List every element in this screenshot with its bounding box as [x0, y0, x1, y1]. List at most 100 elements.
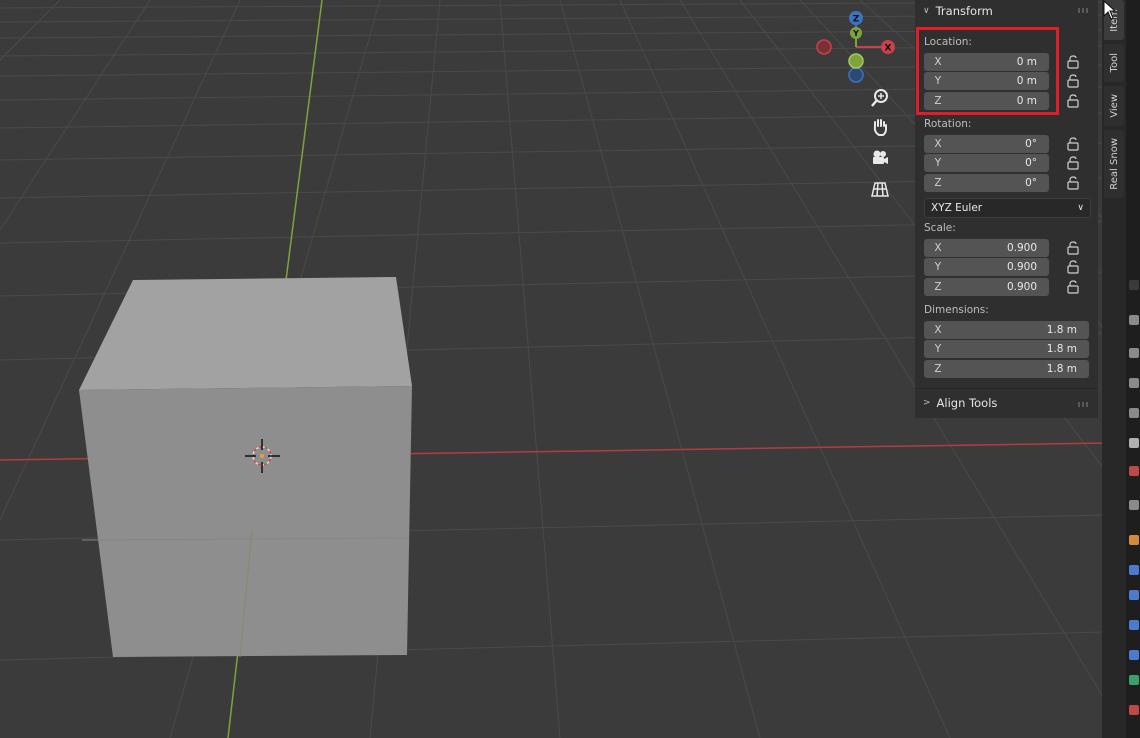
field-value: 0.900: [1006, 261, 1037, 273]
lock-rotation-y-icon[interactable]: [1066, 156, 1082, 170]
particles-icon[interactable]: [1129, 590, 1139, 600]
align-tools-header[interactable]: > Align Tools: [915, 392, 1098, 414]
scale-z-field[interactable]: Z 0.900: [924, 278, 1049, 296]
sidebar-tabs: Item Tool View Real Snow: [1102, 0, 1126, 738]
ortho-toggle-button[interactable]: [870, 179, 898, 207]
axis-label: Y: [934, 343, 942, 355]
cube-object[interactable]: [79, 277, 412, 658]
tab-view[interactable]: View: [1104, 86, 1124, 126]
field-value: 0°: [1025, 177, 1037, 189]
data-icon[interactable]: [1129, 675, 1139, 685]
tab-real-snow-label: Real Snow: [1108, 138, 1120, 190]
lock-scale-z-icon[interactable]: [1066, 280, 1082, 294]
physics-icon[interactable]: [1129, 620, 1139, 630]
drag-grip-icon[interactable]: [1078, 8, 1090, 13]
field-value: 0.900: [1006, 242, 1037, 254]
pan-button[interactable]: [870, 117, 898, 145]
lock-scale-x-icon[interactable]: [1066, 241, 1082, 255]
axis-label: Z: [934, 281, 942, 293]
gizmo-x-label: X: [885, 44, 892, 54]
axis-label: Y: [934, 157, 942, 169]
material-icon[interactable]: [1129, 705, 1139, 715]
transform-header[interactable]: ∨ Transform: [915, 0, 1098, 22]
lock-location-y-icon[interactable]: [1066, 74, 1082, 88]
rotation-mode-value: XYZ Euler: [931, 202, 983, 214]
axis-label: Y: [934, 75, 942, 87]
field-value: 0 m: [1016, 75, 1037, 87]
location-x-field[interactable]: X 0 m: [924, 53, 1049, 71]
properties-strip: [1126, 0, 1140, 738]
axis-label: Z: [934, 363, 942, 375]
dimensions-x-field[interactable]: X 1.8 m: [924, 321, 1089, 339]
scene-icon[interactable]: [1129, 438, 1139, 448]
gizmo-y-label: Y: [852, 29, 859, 38]
chevron-right-icon: >: [923, 398, 931, 408]
axis-label: Z: [934, 95, 942, 107]
camera-view-button[interactable]: [870, 148, 898, 176]
chevron-down-icon: ∨: [1077, 203, 1084, 213]
field-value: 0°: [1025, 138, 1037, 150]
zoom-icon: [871, 89, 888, 107]
hand-icon: [873, 119, 887, 136]
rotation-label: Rotation:: [924, 118, 972, 130]
world-icon[interactable]: [1129, 466, 1139, 476]
rotation-x-field[interactable]: X 0°: [924, 135, 1049, 153]
y-axis-line-top: [285, 0, 323, 281]
field-value: 0°: [1025, 157, 1037, 169]
tab-tool-label: Tool: [1108, 53, 1120, 73]
dimensions-y-field[interactable]: Y 1.8 m: [924, 340, 1089, 358]
location-label: Location:: [924, 36, 972, 48]
axis-label: X: [934, 242, 942, 254]
object-icon[interactable]: [1129, 535, 1139, 545]
rotation-z-field[interactable]: Z 0°: [924, 174, 1049, 192]
field-value: 0 m: [1016, 95, 1037, 107]
lock-rotation-z-icon[interactable]: [1066, 176, 1082, 190]
lock-location-z-icon[interactable]: [1066, 94, 1082, 108]
camera-icon: [873, 150, 888, 164]
location-z-field[interactable]: Z 0 m: [924, 92, 1049, 110]
axis-label: X: [934, 56, 942, 68]
field-value: 1.8 m: [1046, 363, 1077, 375]
output-icon[interactable]: [1129, 378, 1139, 388]
strip-icon[interactable]: [1129, 280, 1139, 290]
field-value: 0.900: [1006, 281, 1037, 293]
zoom-button[interactable]: [870, 88, 898, 116]
mouse-cursor-icon: [1103, 0, 1117, 20]
constraints-icon[interactable]: [1129, 650, 1139, 660]
field-value: 0 m: [1016, 56, 1037, 68]
gizmo-z-label: Z: [853, 15, 860, 25]
scale-y-field[interactable]: Y 0.900: [924, 258, 1049, 276]
tool-icon[interactable]: [1129, 315, 1139, 325]
tab-tool[interactable]: Tool: [1104, 44, 1124, 82]
gizmo-neg-x[interactable]: [816, 39, 832, 55]
modifier-icon[interactable]: [1129, 565, 1139, 575]
gizmo-neg-z[interactable]: [848, 67, 864, 83]
gizmo-neg-y[interactable]: [848, 53, 864, 69]
navigation-gizmo[interactable]: Z Y X: [816, 11, 895, 83]
axis-label: X: [934, 324, 942, 336]
collection-icon[interactable]: [1129, 500, 1139, 510]
axis-label: Y: [934, 261, 942, 273]
lock-location-x-icon[interactable]: [1066, 55, 1082, 69]
dimensions-label: Dimensions:: [924, 304, 989, 316]
field-value: 1.8 m: [1046, 324, 1077, 336]
tab-real-snow[interactable]: Real Snow: [1104, 130, 1124, 198]
scale-x-field[interactable]: X 0.900: [924, 239, 1049, 257]
rotation-y-field[interactable]: Y 0°: [924, 154, 1049, 172]
align-tools-title: Align Tools: [936, 396, 998, 410]
rotation-mode-select[interactable]: XYZ Euler ∨: [924, 198, 1091, 218]
lock-rotation-x-icon[interactable]: [1066, 137, 1082, 151]
dimensions-z-field[interactable]: Z 1.8 m: [924, 360, 1089, 378]
scale-label: Scale:: [924, 222, 956, 234]
location-y-field[interactable]: Y 0 m: [924, 72, 1049, 90]
drag-grip-icon[interactable]: [1078, 402, 1090, 407]
sidebar-panel: ∨ Transform Location: X 0 m Y 0 m Z 0 m …: [915, 0, 1098, 418]
transform-title: Transform: [935, 4, 993, 18]
axis-label: Z: [934, 177, 942, 189]
panel-divider: [915, 388, 1098, 389]
view-layer-icon[interactable]: [1129, 408, 1139, 418]
render-icon[interactable]: [1129, 348, 1139, 358]
tab-view-label: View: [1108, 94, 1120, 118]
field-value: 1.8 m: [1046, 343, 1077, 355]
lock-scale-y-icon[interactable]: [1066, 260, 1082, 274]
